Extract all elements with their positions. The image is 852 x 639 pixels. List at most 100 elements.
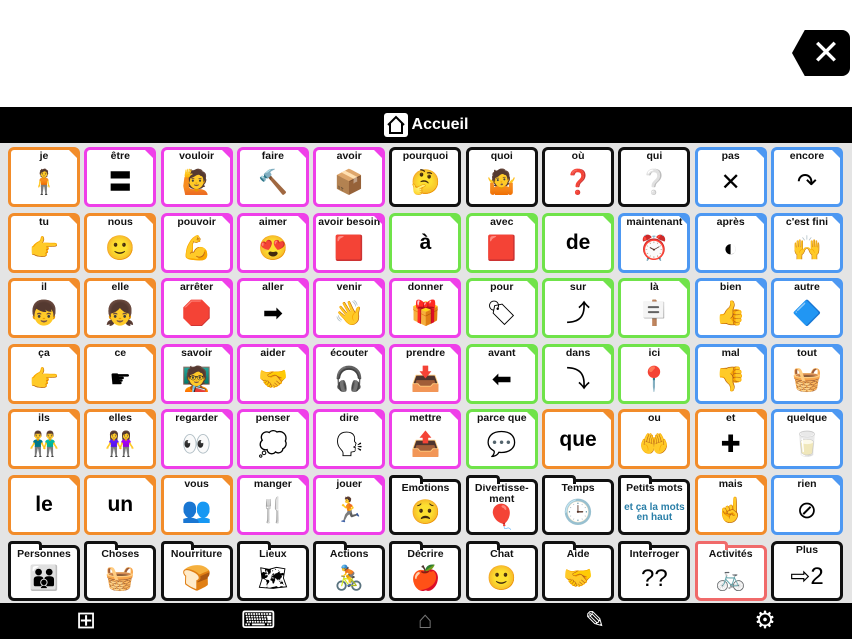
- word-button[interactable]: pour 🏷: [465, 278, 538, 339]
- symbol-icon: ➡: [262, 300, 283, 328]
- category-corner: [373, 345, 384, 356]
- word-button[interactable]: venir 👋: [313, 278, 386, 339]
- pencil-icon[interactable]: ✎: [580, 607, 610, 635]
- word-button[interactable]: ils 👬: [8, 409, 80, 470]
- word-button[interactable]: parce que 💬: [465, 409, 538, 470]
- symbol-icon: ⇨2: [790, 562, 824, 590]
- word-button[interactable]: faire 🔨: [236, 147, 309, 207]
- word-button[interactable]: mal 👎: [694, 343, 767, 404]
- word-button[interactable]: elles 👭: [84, 409, 157, 470]
- word-button[interactable]: là 🪧: [618, 278, 691, 339]
- word-button[interactable]: après ◐: [694, 212, 767, 273]
- button-label: ici: [648, 346, 661, 359]
- word-button[interactable]: prendre 📥: [389, 343, 462, 404]
- word-button[interactable]: bien 👍: [694, 278, 767, 339]
- word-button[interactable]: avoir 📦: [313, 147, 386, 207]
- word-button[interactable]: il 👦: [8, 278, 80, 339]
- word-button[interactable]: avant ⬅: [465, 343, 538, 404]
- symbol-icon: 👧: [105, 300, 136, 328]
- word-button[interactable]: qui ❔: [618, 147, 691, 207]
- word-button[interactable]: le: [8, 474, 80, 535]
- button-label: Temps: [561, 481, 595, 494]
- word-button[interactable]: mais ☝: [694, 474, 767, 535]
- word-button[interactable]: encore ↷: [770, 147, 843, 207]
- word-button[interactable]: aider 🤝: [236, 343, 309, 404]
- word-button[interactable]: savoir 🧑‍🏫: [160, 343, 233, 404]
- gear-icon[interactable]: ⚙: [750, 607, 780, 635]
- word-button[interactable]: arrêter 🛑: [160, 278, 233, 339]
- folder-button[interactable]: Chat 🙂: [465, 540, 538, 601]
- folder-button[interactable]: Activités 🚲: [694, 540, 767, 601]
- symbol-icon: 🔨: [257, 169, 288, 196]
- word-button[interactable]: tout 🧺: [770, 343, 843, 404]
- symbol-icon: 🕒: [563, 498, 594, 526]
- word-button[interactable]: mettre 📤: [389, 409, 462, 470]
- word-button[interactable]: manger 🍴: [236, 474, 309, 535]
- word-button[interactable]: c'est fini 🙌: [770, 212, 843, 273]
- button-label: maintenant: [626, 215, 683, 228]
- word-button[interactable]: écouter 🎧: [313, 343, 386, 404]
- word-button[interactable]: et ✚: [694, 409, 767, 470]
- word-button[interactable]: être 〓: [84, 147, 157, 207]
- folder-button[interactable]: Temps 🕒: [542, 474, 615, 535]
- word-button[interactable]: aller ➡: [236, 278, 309, 339]
- word-button[interactable]: de: [542, 212, 615, 273]
- symbol-icon: 🙋: [181, 169, 212, 196]
- word-button[interactable]: ici 📍: [618, 343, 691, 404]
- word-button[interactable]: avec 🟥: [465, 212, 538, 273]
- folder-button[interactable]: Actions 🚴: [313, 540, 386, 601]
- button-label: sur: [569, 281, 587, 294]
- word-button[interactable]: je 🧍: [8, 147, 80, 207]
- word-button[interactable]: elle 👧: [84, 278, 157, 339]
- folder-button[interactable]: Interroger??: [618, 540, 691, 601]
- word-button[interactable]: donner 🎁: [389, 278, 462, 339]
- word-button[interactable]: vous 👥: [160, 474, 233, 535]
- folder-button[interactable]: Divertisse-ment 🎈: [465, 474, 538, 535]
- word-button[interactable]: où ❓: [542, 147, 615, 207]
- word-button[interactable]: dire 🗣: [313, 409, 386, 470]
- folder-button[interactable]: Lieux 🗺: [236, 540, 309, 601]
- folder-button[interactable]: Décrire 🍎: [389, 540, 462, 601]
- word-button[interactable]: un: [84, 474, 157, 535]
- word-button[interactable]: ça 👉: [8, 343, 80, 404]
- word-button[interactable]: penser 💭: [236, 409, 309, 470]
- grid-icon[interactable]: ⊞: [71, 607, 101, 635]
- word-button[interactable]: ou 🤲: [618, 409, 691, 470]
- word-button[interactable]: jouer 🏃: [313, 474, 386, 535]
- home-icon[interactable]: ⌂: [410, 607, 440, 635]
- folder-button[interactable]: Choses 🧺: [84, 540, 157, 601]
- word-button[interactable]: regarder 👀: [160, 409, 233, 470]
- button-label: écouter: [330, 346, 369, 359]
- word-button[interactable]: sur ⤴: [542, 278, 615, 339]
- word-button[interactable]: pouvoir 💪: [160, 212, 233, 273]
- folder-button[interactable]: Émotions 😟: [389, 474, 462, 535]
- category-corner: [68, 345, 78, 356]
- word-button[interactable]: à: [389, 212, 462, 273]
- symbol-icon: 👋: [334, 300, 365, 328]
- word-button[interactable]: vouloir 🙋: [160, 147, 233, 207]
- word-button[interactable]: pas ✕: [694, 147, 767, 207]
- word-button[interactable]: quelque 🥛: [770, 409, 843, 470]
- word-button[interactable]: que: [542, 409, 615, 470]
- word-button[interactable]: ce ☛: [84, 343, 157, 404]
- word-button[interactable]: avoir besoin 🟥: [313, 212, 386, 273]
- word-button[interactable]: tu 👉: [8, 212, 80, 273]
- message-area[interactable]: [0, 0, 852, 107]
- word-button[interactable]: Plus ⇨2: [770, 540, 843, 601]
- folder-button[interactable]: Petits mots et ça la mots en haut: [618, 474, 691, 535]
- folder-button[interactable]: Aide 🤝: [542, 540, 615, 601]
- word-button[interactable]: autre 🔷: [770, 278, 843, 339]
- folder-button[interactable]: Personnes 👪: [8, 540, 80, 601]
- folder-button[interactable]: Nourriture 🍞: [160, 540, 233, 601]
- button-label: Divertisse-ment: [474, 481, 529, 505]
- word-button[interactable]: nous 🙂: [84, 212, 157, 273]
- word-button[interactable]: pourquoi 🤔: [389, 147, 462, 207]
- symbol-icon: ⬅: [491, 365, 512, 393]
- word-button[interactable]: aimer 😍: [236, 212, 309, 273]
- word-button[interactable]: rien ⊘: [770, 474, 843, 535]
- word-button[interactable]: dans ⤵: [542, 343, 615, 404]
- button-label: faire: [261, 150, 284, 162]
- word-button[interactable]: quoi 🤷: [465, 147, 538, 207]
- keyboard-icon[interactable]: ⌨: [241, 607, 276, 635]
- word-button[interactable]: maintenant ⏰: [618, 212, 691, 273]
